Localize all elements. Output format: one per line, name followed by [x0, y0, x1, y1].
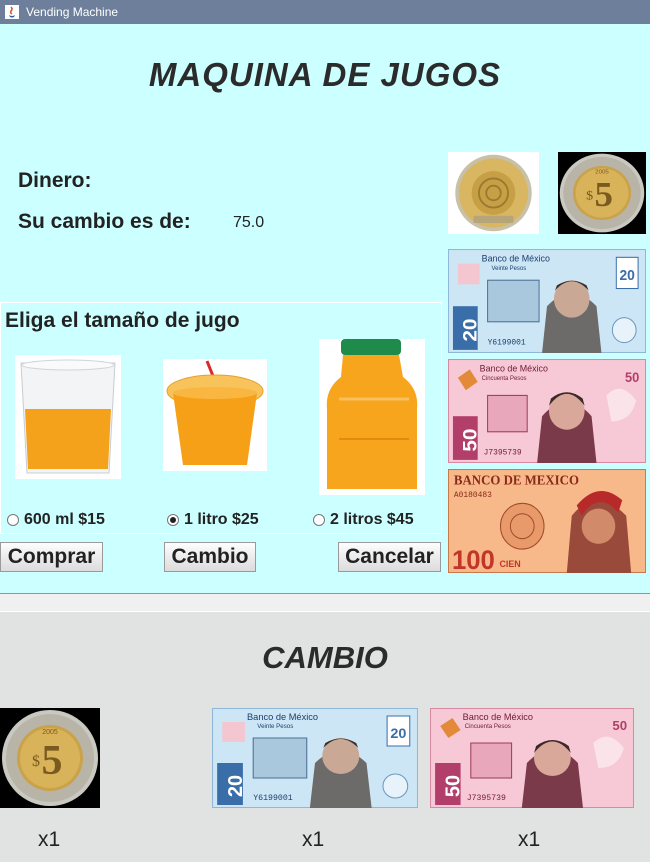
juice-600ml-image — [15, 355, 121, 479]
juice-size-group: Eliga el tamaño de jugo 600 ml $15 1 lit… — [0, 302, 442, 534]
change-bill-50-icon — [430, 708, 634, 808]
coin-5-pesos-icon[interactable] — [558, 152, 646, 234]
radio-2litros[interactable] — [313, 514, 325, 526]
window-titlebar: Vending Machine — [0, 0, 650, 24]
machine-title: MAQUINA DE JUGOS — [148, 56, 502, 93]
juice-1litro-image — [163, 359, 267, 471]
juice-2litros-image — [319, 339, 425, 495]
vending-panel: MAQUINA DE JUGOS Dinero: Su cambio es de… — [0, 24, 650, 594]
radio-600ml[interactable] — [7, 514, 19, 526]
java-app-icon — [5, 5, 19, 19]
juice-size-title: Eliga el tamaño de jugo — [5, 309, 240, 332]
change-count-bill-50: x1 — [518, 828, 541, 851]
option-1litro-label: 1 litro $25 — [184, 511, 259, 528]
bill-20-pesos-icon[interactable] — [448, 249, 646, 353]
dinero-label: Dinero: — [18, 169, 92, 192]
option-600ml[interactable]: 600 ml $15 — [7, 511, 105, 529]
cancelar-button[interactable]: Cancelar — [338, 542, 441, 572]
change-title: CAMBIO — [262, 640, 388, 675]
radio-1litro[interactable] — [167, 514, 179, 526]
change-count-bill-20: x1 — [302, 828, 325, 851]
panel-separator — [0, 594, 650, 612]
option-1litro[interactable]: 1 litro $25 — [167, 511, 259, 529]
change-coin-5-icon — [0, 708, 100, 808]
coin-10-pesos-icon[interactable] — [448, 152, 539, 234]
option-2litros-label: 2 litros $45 — [330, 511, 414, 528]
change-bill-20-icon — [212, 708, 418, 808]
change-count-coin-5: x1 — [38, 828, 61, 851]
cambio-button[interactable]: Cambio — [164, 542, 256, 572]
bill-100-pesos-icon[interactable] — [448, 469, 646, 573]
cambio-value: 75.0 — [233, 214, 265, 231]
window-title: Vending Machine — [26, 5, 119, 19]
cambio-label: Su cambio es de: — [18, 210, 191, 233]
comprar-button[interactable]: Comprar — [0, 542, 103, 572]
bill-50-pesos-icon[interactable] — [448, 359, 646, 463]
change-panel: CAMBIO x1 x1 x1 — [0, 612, 650, 862]
option-600ml-label: 600 ml $15 — [24, 511, 105, 528]
option-2litros[interactable]: 2 litros $45 — [313, 511, 414, 529]
